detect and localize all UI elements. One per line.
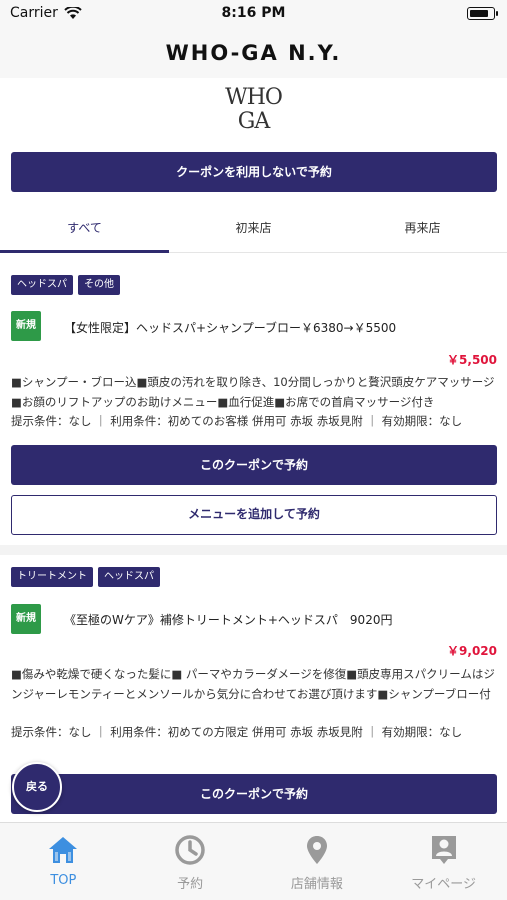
coupon-description: ■傷みや乾燥で硬くなった髪に■ パーマやカラーダメージを修復■頭皮専用スパクリー… xyxy=(11,667,495,701)
coupon-tags: ヘッドスパ その他 xyxy=(11,275,120,295)
reserve-with-coupon-button[interactable]: このクーポンで予約 xyxy=(11,774,497,814)
clock-icon xyxy=(175,835,205,865)
coupon-price: ￥9,020 xyxy=(447,644,497,658)
logo-mark: WHO GA xyxy=(225,85,283,134)
coupon-price: ￥5,500 xyxy=(447,353,497,367)
tabbar-item-mypage[interactable]: マイページ xyxy=(380,823,507,900)
bottom-tab-bar: TOP 予約 店舗情報 マイページ xyxy=(0,822,507,900)
category-tag: トリートメント xyxy=(11,567,93,587)
status-time: 8:16 PM xyxy=(221,5,286,21)
tabbar-label: TOP xyxy=(50,873,77,888)
logo-line-2: GA xyxy=(237,109,270,134)
tabbar-item-shop-info[interactable]: 店舗情報 xyxy=(254,823,381,900)
logo-line-1: WHO xyxy=(225,85,283,110)
tabbar-label: 店舗情報 xyxy=(290,877,343,892)
reserve-with-coupon-button[interactable]: このクーポンで予約 xyxy=(11,445,497,485)
page-title: WHO-GA N.Y. xyxy=(165,41,342,65)
coupon-title: 【女性限定】ヘッドスパ+シャンプーブロー￥6380→￥5500 xyxy=(64,321,397,335)
category-tag: ヘッドスパ xyxy=(11,275,73,295)
section-divider xyxy=(0,545,507,555)
category-tag: ヘッドスパ xyxy=(98,567,160,587)
category-tag: その他 xyxy=(78,275,120,295)
new-customer-badge: 新規 xyxy=(11,311,41,341)
coupon-tags: トリートメント ヘッドスパ xyxy=(11,567,160,587)
add-menu-reserve-button[interactable]: メニューを追加して予約 xyxy=(11,495,497,535)
tabbar-label: 予約 xyxy=(177,877,204,892)
tab-return-visit[interactable]: 再来店 xyxy=(338,205,507,252)
battery-icon xyxy=(467,7,498,20)
new-customer-badge: 新規 xyxy=(11,604,41,634)
location-pin-icon xyxy=(306,836,327,864)
back-button[interactable]: 戻る xyxy=(12,762,62,812)
tabbar-item-reserve[interactable]: 予約 xyxy=(127,823,254,900)
shop-logo: WHO GA xyxy=(0,84,507,140)
reserve-without-coupon-button[interactable]: クーポンを利用しないで予約 xyxy=(11,152,497,192)
tab-all[interactable]: すべて xyxy=(0,205,169,253)
coupon-description: ■シャンプー・ブロー込■頭皮の汚れを取り除き、10分間しっかりと贅沢頭皮ケアマッ… xyxy=(11,375,495,409)
tabbar-label: マイページ xyxy=(411,877,476,892)
tab-first-visit[interactable]: 初来店 xyxy=(169,205,338,252)
coupon-title: 《至極のWケア》補修トリートメント+ヘッドスパ 9020円 xyxy=(64,613,393,627)
coupon-terms: 提示条件：なし ｜ 利用条件：初めてのお客様 併用可 赤坂 赤坂見附 ｜ 有効期… xyxy=(11,414,463,428)
tabbar-item-top[interactable]: TOP xyxy=(0,823,127,900)
user-badge-icon xyxy=(431,836,456,864)
coupon-filter-tabs: すべて 初来店 再来店 xyxy=(0,205,507,253)
status-bar: Carrier 8:16 PM xyxy=(0,0,507,28)
app-header: WHO-GA N.Y. xyxy=(0,28,507,78)
home-icon xyxy=(49,837,78,863)
coupon-terms: 提示条件：なし ｜ 利用条件：初めての方限定 併用可 赤坂 赤坂見附 ｜ 有効期… xyxy=(11,725,463,739)
